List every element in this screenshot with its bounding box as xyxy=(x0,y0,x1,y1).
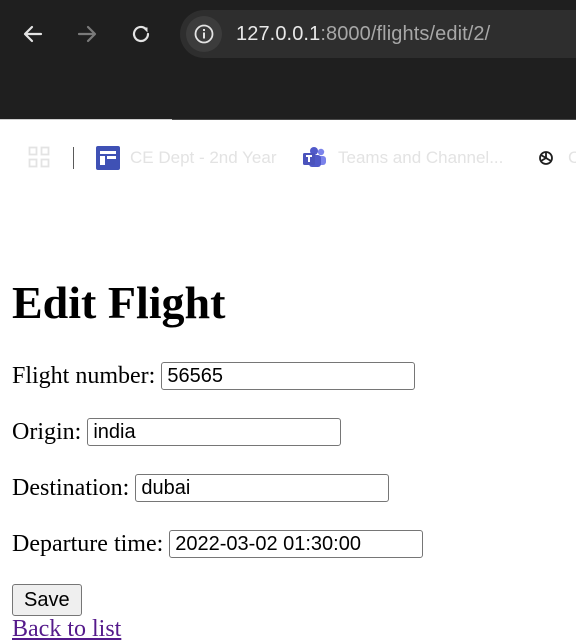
origin-label: Origin: xyxy=(12,418,82,445)
loading-indicator xyxy=(0,119,172,120)
apps-grid-icon xyxy=(28,146,50,168)
bookmark-label: C xyxy=(568,148,576,167)
site-info-button[interactable] xyxy=(186,16,222,52)
url-path: :8000/flights/edit/2/ xyxy=(320,22,491,45)
info-icon xyxy=(194,24,214,44)
destination-row: Destination: xyxy=(12,472,390,504)
reload-icon xyxy=(132,25,150,43)
navigation-bar: 127.0.0.1:8000/flights/edit/2/ xyxy=(0,0,576,68)
arrow-right-icon xyxy=(77,25,97,43)
teams-icon xyxy=(302,146,328,170)
bookmark-label: CE Dept - 2nd Year xyxy=(130,148,277,167)
bookmark-chatgpt[interactable]: C xyxy=(534,144,576,172)
arrow-left-icon xyxy=(23,25,43,43)
flight-number-row: Flight number: xyxy=(12,360,416,392)
departure-time-input[interactable] xyxy=(169,530,424,558)
chatgpt-icon xyxy=(534,146,558,170)
back-to-list-link[interactable]: Back to list xyxy=(12,615,121,643)
origin-row: Origin: xyxy=(12,416,342,448)
classroom-icon xyxy=(96,146,120,170)
departure-time-row: Departure time: xyxy=(12,528,424,560)
chrome-divider xyxy=(172,119,576,120)
flight-number-label: Flight number: xyxy=(12,362,156,389)
flight-number-input[interactable] xyxy=(161,362,416,390)
page-title: Edit Flight xyxy=(12,277,226,328)
address-bar[interactable]: 127.0.0.1:8000/flights/edit/2/ xyxy=(180,10,576,58)
bookmarks-bar: CE Dept - 2nd Year Teams and Channel... xyxy=(0,68,576,170)
url-text: 127.0.0.1:8000/flights/edit/2/ xyxy=(236,23,490,46)
bookmark-label: Teams and Channel... xyxy=(338,148,504,167)
bookmark-teams[interactable]: Teams and Channel... xyxy=(302,144,503,172)
browser-chrome: 127.0.0.1:8000/flights/edit/2/ CE Dept -… xyxy=(0,0,576,170)
apps-button[interactable] xyxy=(28,146,50,173)
bookmarks-divider xyxy=(73,147,74,169)
url-host: 127.0.0.1 xyxy=(236,22,321,45)
forward-button[interactable] xyxy=(71,18,103,50)
save-button[interactable]: Save xyxy=(12,584,82,616)
destination-label: Destination: xyxy=(12,474,130,501)
reload-button[interactable] xyxy=(125,18,157,50)
back-button[interactable] xyxy=(17,18,49,50)
origin-input[interactable] xyxy=(87,418,342,446)
destination-input[interactable] xyxy=(135,474,390,502)
departure-time-label: Departure time: xyxy=(12,530,164,557)
bookmark-ce-dept[interactable]: CE Dept - 2nd Year xyxy=(96,144,276,172)
